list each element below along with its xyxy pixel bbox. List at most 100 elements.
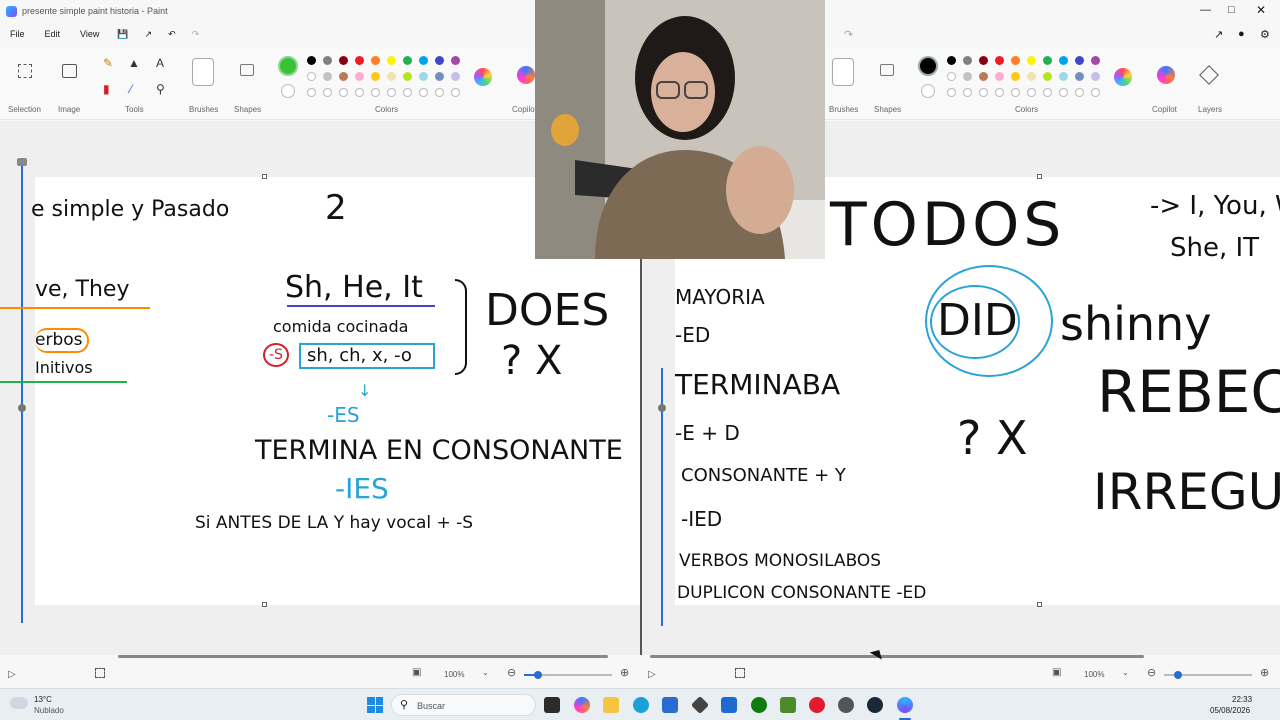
primary-color-swatch-right[interactable] <box>918 56 938 76</box>
share-icon[interactable]: ↗ <box>137 29 161 40</box>
zoom-slider-thumb[interactable] <box>534 671 542 679</box>
palette-color-swatch[interactable] <box>435 72 444 81</box>
app-cube-icon[interactable] <box>690 695 710 715</box>
weather-condition[interactable]: Nublado <box>34 706 64 715</box>
palette-color-right-swatch[interactable] <box>995 56 1004 65</box>
palette-color-swatch[interactable] <box>403 72 412 81</box>
zoom-level[interactable]: 100% <box>444 670 464 679</box>
windows-start-icon[interactable] <box>367 697 383 713</box>
palette-color-right-swatch[interactable] <box>1091 72 1100 81</box>
pencil-icon[interactable]: ✎ <box>103 56 113 70</box>
canvas-resize-handle-top-right[interactable] <box>1037 174 1042 179</box>
zoom-dropdown-icon-right[interactable]: ⌄ <box>1122 668 1129 677</box>
paint-taskbar-icon[interactable] <box>897 697 913 713</box>
palette-color-right-custom-swatch[interactable] <box>979 88 988 97</box>
share-icon-right[interactable]: ↗ <box>1214 28 1223 41</box>
palette-color-swatch[interactable] <box>451 56 460 65</box>
palette-color-right-swatch[interactable] <box>979 72 988 81</box>
palette-color-right-swatch[interactable] <box>979 56 988 65</box>
visual-studio-icon[interactable] <box>721 697 737 713</box>
palette-color-swatch[interactable] <box>387 72 396 81</box>
fit-to-window-icon-right[interactable]: ▣ <box>1052 667 1061 678</box>
fit-to-window-icon[interactable]: ▣ <box>412 667 421 678</box>
palette-color-swatch[interactable] <box>323 56 332 65</box>
selection-icon[interactable] <box>18 64 32 78</box>
palette-color-right-swatch[interactable] <box>1091 56 1100 65</box>
menu-view[interactable]: View <box>70 29 109 39</box>
maximize-button[interactable]: □ <box>1228 4 1235 16</box>
canvas-resize-handle-top[interactable] <box>262 174 267 179</box>
palette-color-right-swatch[interactable] <box>1075 72 1084 81</box>
color-picker-icon[interactable]: ⁄ <box>130 82 132 96</box>
account-icon[interactable]: ● <box>1238 28 1245 40</box>
palette-color-swatch[interactable] <box>419 56 428 65</box>
menu-file[interactable]: File <box>0 29 35 39</box>
secondary-color-swatch-right[interactable] <box>921 84 935 98</box>
palette-color-right-swatch[interactable] <box>1011 72 1020 81</box>
palette-color-right-swatch[interactable] <box>1027 72 1036 81</box>
palette-color-swatch[interactable] <box>339 72 348 81</box>
image-icon[interactable] <box>62 64 77 78</box>
layers-icon[interactable] <box>1199 65 1219 85</box>
canvas-resize-handle-bottom-right[interactable] <box>1037 602 1042 607</box>
palette-color-right-swatch[interactable] <box>1043 56 1052 65</box>
zoom-in-icon[interactable]: ⊕ <box>620 666 629 679</box>
palette-color-custom-swatch[interactable] <box>387 88 396 97</box>
eraser-icon[interactable]: ▮ <box>103 82 110 96</box>
primary-color-swatch[interactable] <box>278 56 298 76</box>
palette-color-swatch[interactable] <box>387 56 396 65</box>
palette-color-custom-swatch[interactable] <box>323 88 332 97</box>
palette-color-right-custom-swatch[interactable] <box>1059 88 1068 97</box>
file-explorer-icon[interactable] <box>603 697 619 713</box>
palette-color-custom-swatch[interactable] <box>435 88 444 97</box>
slider-thumb[interactable] <box>18 404 26 412</box>
palette-color-custom-swatch[interactable] <box>403 88 412 97</box>
palette-color-right-swatch[interactable] <box>1059 56 1068 65</box>
minimize-button[interactable]: — <box>1200 4 1211 16</box>
palette-color-custom-swatch[interactable] <box>307 88 316 97</box>
weather-cloud-icon[interactable] <box>10 697 28 709</box>
palette-color-right-custom-swatch[interactable] <box>947 88 956 97</box>
palette-color-swatch[interactable] <box>403 56 412 65</box>
edit-colors-icon[interactable] <box>474 68 492 86</box>
zoom-out-icon-right[interactable]: ⊖ <box>1147 666 1156 679</box>
palette-color-custom-swatch[interactable] <box>419 88 428 97</box>
redo-icon[interactable]: ↷ <box>184 29 208 40</box>
palette-color-custom-swatch[interactable] <box>339 88 348 97</box>
store-icon[interactable] <box>662 697 678 713</box>
palette-color-custom-swatch[interactable] <box>355 88 364 97</box>
search-box[interactable]: ⚲ Buscar <box>391 694 536 716</box>
palette-color-swatch[interactable] <box>419 72 428 81</box>
layers-toggle-icon[interactable] <box>17 158 27 166</box>
palette-color-swatch[interactable] <box>451 72 460 81</box>
palette-color-swatch[interactable] <box>355 56 364 65</box>
palette-color-right-swatch[interactable] <box>1075 56 1084 65</box>
palette-color-right-swatch[interactable] <box>963 72 972 81</box>
palette-color-swatch[interactable] <box>323 72 332 81</box>
palette-color-swatch[interactable] <box>371 56 380 65</box>
zoom-level-right[interactable]: 100% <box>1084 670 1104 679</box>
vertical-slider[interactable] <box>21 163 23 623</box>
settings-icon[interactable]: ⚙ <box>1260 28 1270 41</box>
zoom-in-icon-right[interactable]: ⊕ <box>1260 666 1269 679</box>
close-button[interactable]: ✕ <box>1256 3 1266 17</box>
copilot-taskbar-icon[interactable] <box>574 697 590 713</box>
minecraft-icon[interactable] <box>780 697 796 713</box>
canvas-resize-handle-bottom[interactable] <box>262 602 267 607</box>
palette-color-right-swatch[interactable] <box>1011 56 1020 65</box>
palette-color-custom-swatch[interactable] <box>451 88 460 97</box>
xbox-icon[interactable] <box>751 697 767 713</box>
palette-color-right-custom-swatch[interactable] <box>963 88 972 97</box>
palette-color-right-custom-swatch[interactable] <box>1091 88 1100 97</box>
palette-color-right-swatch[interactable] <box>947 72 956 81</box>
zoom-slider-thumb-right[interactable] <box>1174 671 1182 679</box>
magnifier-icon[interactable]: ⚲ <box>156 82 165 96</box>
palette-color-swatch[interactable] <box>307 56 316 65</box>
edge-icon[interactable] <box>633 697 649 713</box>
clock-time[interactable]: 22:33 <box>1232 695 1252 704</box>
steam-icon[interactable] <box>867 697 883 713</box>
palette-color-right-custom-swatch[interactable] <box>1043 88 1052 97</box>
copilot-icon[interactable] <box>517 66 535 84</box>
text-icon[interactable]: A <box>156 56 164 70</box>
palette-color-right-swatch[interactable] <box>947 56 956 65</box>
